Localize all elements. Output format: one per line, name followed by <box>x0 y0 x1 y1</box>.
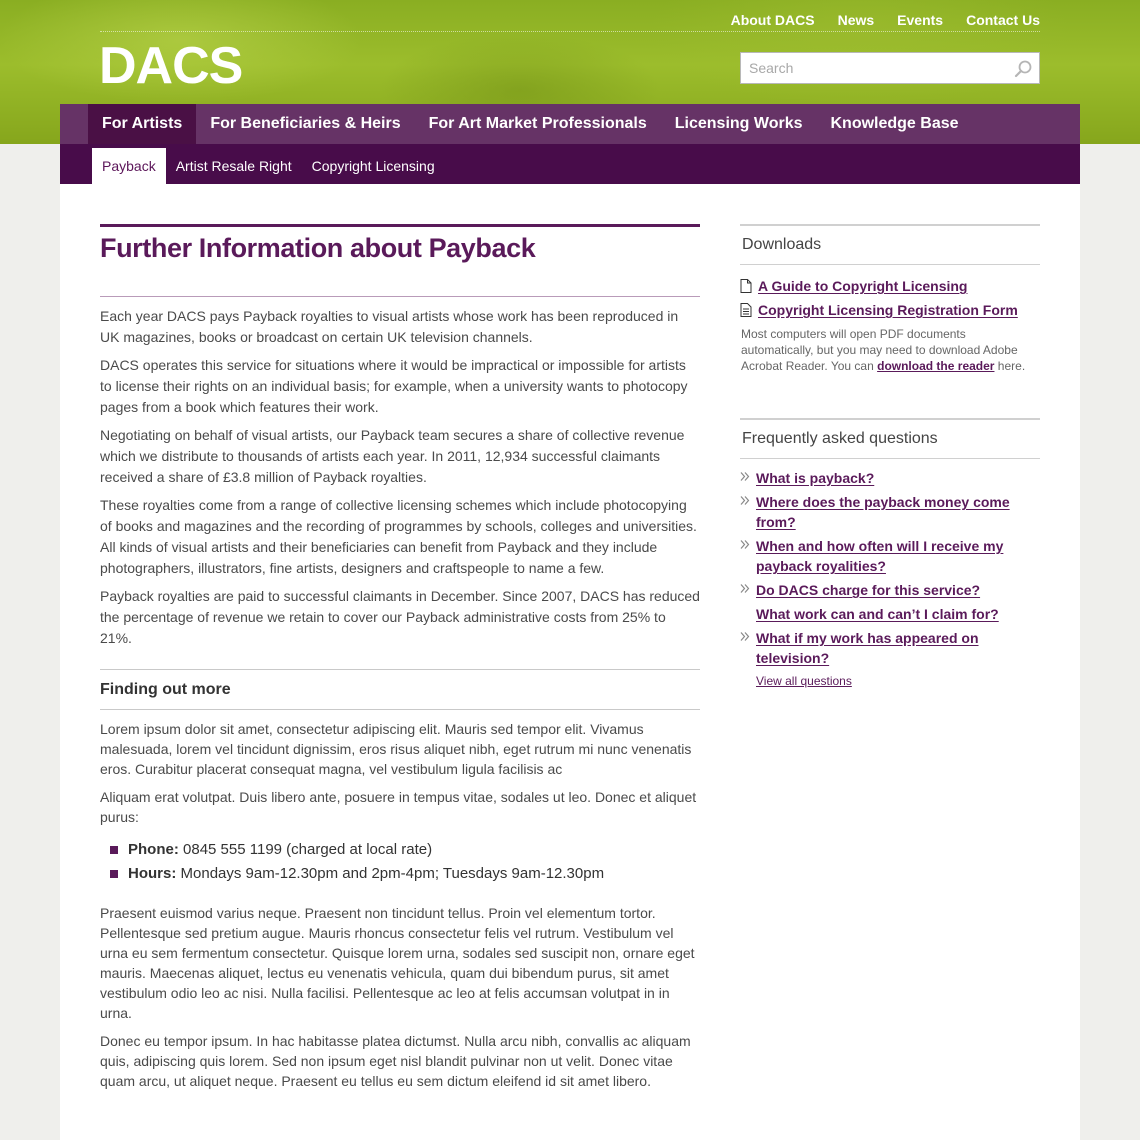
double-chevron-icon <box>740 584 750 593</box>
nav-item-licensing-works[interactable]: Licensing Works <box>661 104 817 144</box>
contact-value: 0845 555 1199 (charged at local rate) <box>183 841 433 858</box>
pdf-note-text: here. <box>994 359 1026 373</box>
faq-link[interactable]: What if my work has appeared on televisi… <box>756 630 979 666</box>
main-column: Further Information about Payback Each y… <box>100 224 700 1091</box>
faq-item: Where does the payback money come from? <box>740 492 1040 532</box>
download-item: Copyright Licensing Registration Form <box>740 298 1040 322</box>
faq-item: What work can and can’t I claim for? <box>740 604 1040 624</box>
body-paragraph: These royalties come from a range of col… <box>100 497 697 576</box>
bullet-square-icon <box>110 870 118 878</box>
list-item: Phone: 0845 555 1199 (charged at local r… <box>100 838 700 862</box>
top-link-news[interactable]: News <box>838 12 875 28</box>
body-paragraph: Payback royalties are paid to successful… <box>100 588 700 646</box>
main-nav: For Artists For Beneficiaries & Heirs Fo… <box>60 104 1080 144</box>
body-paragraph: Donec eu tempor ipsum. In hac habitasse … <box>100 1033 691 1089</box>
top-link-contact[interactable]: Contact Us <box>966 12 1040 28</box>
nav-item-beneficiaries[interactable]: For Beneficiaries & Heirs <box>196 104 414 144</box>
form-document-icon <box>740 303 752 317</box>
intro-paragraph: Each year DACS pays Payback royalties to… <box>100 308 679 345</box>
pdf-note: Most computers will open PDF documents a… <box>740 326 1040 374</box>
site-logo[interactable]: DACS <box>99 38 243 94</box>
contact-value: Mondays 9am-12.30pm and 2pm-4pm; Tuesday… <box>180 865 605 882</box>
sidebar: Downloads A Guide to Copyright Licensing… <box>740 224 1040 690</box>
section-paragraph: Lorem ipsum dolor sit amet, consectetur … <box>100 721 692 777</box>
section-paragraph: Aliquam erat volutpat. Duis libero ante,… <box>100 789 697 825</box>
body-paragraph: Negotiating on behalf of visual artists,… <box>100 427 685 485</box>
faq-heading: Frequently asked questions <box>740 418 1040 459</box>
downloads-list: A Guide to Copyright Licensing Copyright… <box>740 274 1040 322</box>
double-chevron-icon <box>740 472 750 481</box>
page-title: Further Information about Payback <box>100 224 700 296</box>
download-link[interactable]: Copyright Licensing Registration Form <box>758 302 1018 318</box>
faq-list: What is payback? Where does the payback … <box>740 468 1040 668</box>
utility-nav: About DACS News Events Contact Us <box>731 8 1040 32</box>
double-chevron-icon <box>740 540 750 549</box>
body-paragraph: Praesent euismod varius neque. Praesent … <box>100 905 695 1021</box>
document-icon <box>740 279 752 293</box>
download-link[interactable]: A Guide to Copyright Licensing <box>758 278 967 294</box>
contact-label: Phone: <box>128 841 179 858</box>
faq-link[interactable]: What is payback? <box>756 470 874 486</box>
bullet-square-icon <box>110 846 118 854</box>
contact-list: Phone: 0845 555 1199 (charged at local r… <box>100 838 700 886</box>
subnav-item-copyright-licensing[interactable]: Copyright Licensing <box>302 148 445 184</box>
header-divider <box>100 31 1040 32</box>
search-icon[interactable] <box>1013 59 1033 79</box>
faq-link[interactable]: What work can and can’t I claim for? <box>756 606 999 622</box>
downloads-heading: Downloads <box>740 224 1040 265</box>
faq-link[interactable]: Do DACS charge for this service? <box>756 582 980 598</box>
list-item: Hours: Mondays 9am-12.30pm and 2pm-4pm; … <box>100 862 700 886</box>
download-reader-link[interactable]: download the reader <box>877 359 994 373</box>
subnav-item-artist-resale-right[interactable]: Artist Resale Right <box>166 148 302 184</box>
search-box <box>740 52 1040 84</box>
body-paragraph: DACS operates this service for situation… <box>100 357 688 415</box>
double-chevron-icon <box>740 496 750 505</box>
content-area: Further Information about Payback Each y… <box>60 184 1080 1140</box>
subnav-item-payback[interactable]: Payback <box>92 148 166 184</box>
sub-nav: Payback Artist Resale Right Copyright Li… <box>60 144 1080 184</box>
faq-item: When and how often will I receive my pay… <box>740 536 1040 576</box>
faq-item: What if my work has appeared on televisi… <box>740 628 1040 668</box>
title-divider <box>100 296 700 297</box>
nav-item-for-artists[interactable]: For Artists <box>88 104 197 144</box>
top-link-events[interactable]: Events <box>897 12 943 28</box>
section-heading: Finding out more <box>100 669 700 710</box>
nav-item-knowledge-base[interactable]: Knowledge Base <box>816 104 972 144</box>
nav-item-art-market[interactable]: For Art Market Professionals <box>415 104 661 144</box>
faq-link[interactable]: Where does the payback money come from? <box>756 494 1010 530</box>
top-link-about[interactable]: About DACS <box>731 12 815 28</box>
faq-item: Do DACS charge for this service? <box>740 580 1040 600</box>
faq-item: What is payback? <box>740 468 1040 488</box>
faq-link[interactable]: When and how often will I receive my pay… <box>756 538 1003 574</box>
search-input[interactable] <box>741 53 1001 83</box>
double-chevron-icon <box>740 632 750 641</box>
download-item: A Guide to Copyright Licensing <box>740 274 1040 298</box>
view-all-questions-link[interactable]: View all questions <box>756 674 852 688</box>
contact-label: Hours: <box>128 865 177 882</box>
